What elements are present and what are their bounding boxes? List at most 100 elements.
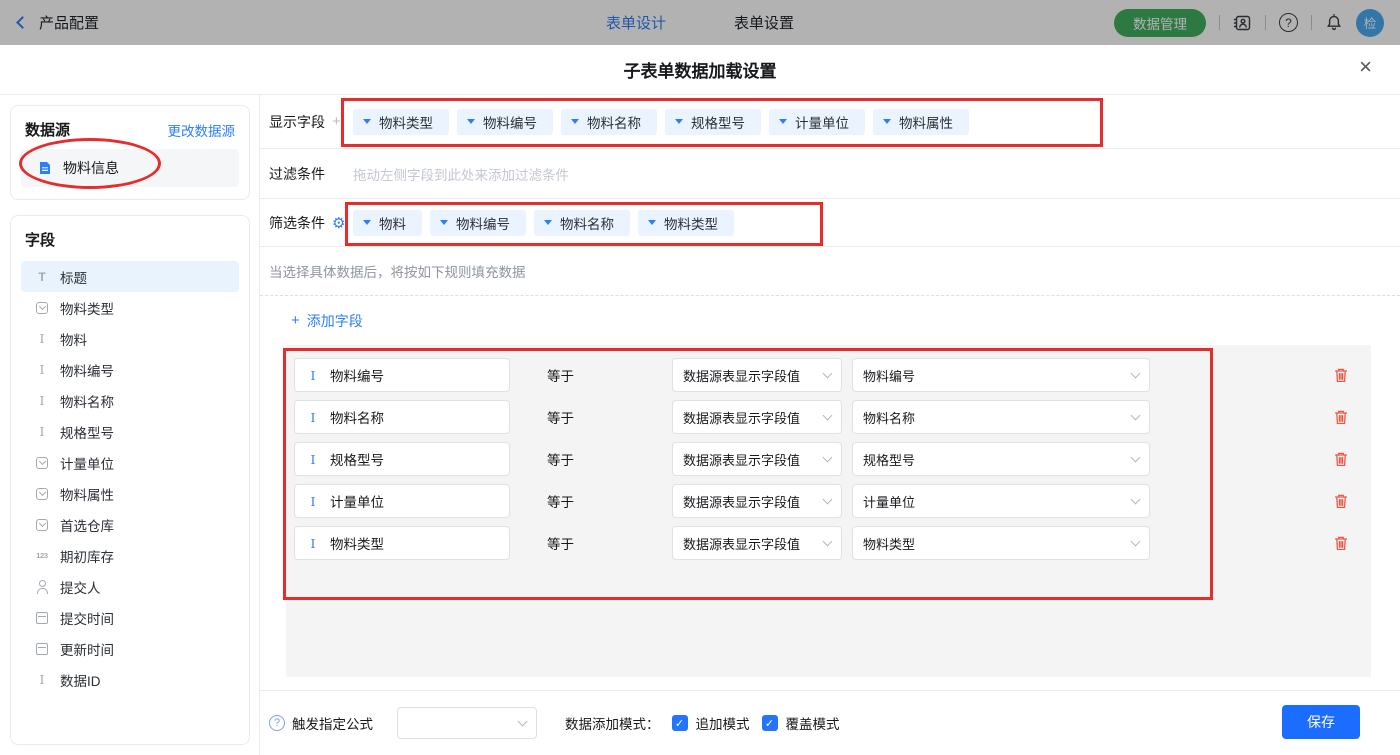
chevron-down-icon <box>1130 410 1141 420</box>
delete-rule-icon[interactable] <box>1333 535 1349 552</box>
field-item[interactable]: 标题 <box>21 261 239 292</box>
field-item[interactable]: 提交人 <box>21 571 239 602</box>
field-tag[interactable]: 物料类型 <box>353 108 449 135</box>
field-tag[interactable]: 物料编号 <box>457 108 553 135</box>
gear-icon[interactable] <box>332 214 345 232</box>
chevron-down-icon <box>1130 494 1141 504</box>
filter-label: 过滤条件 <box>269 165 325 182</box>
rule-field-box[interactable]: 物料编号 <box>294 358 510 392</box>
field-item[interactable]: 物料 <box>21 323 239 354</box>
select-icon <box>34 455 50 471</box>
field-item[interactable]: 规格型号 <box>21 416 239 447</box>
field-tag-label: 物料编号 <box>483 115 537 131</box>
field-tag[interactable]: 物料属性 <box>873 108 969 135</box>
rule-field-box[interactable]: 物料名称 <box>294 400 510 434</box>
checkbox-icon <box>761 715 778 731</box>
select-icon <box>34 517 50 533</box>
delete-rule-icon[interactable] <box>1333 367 1349 384</box>
help-icon[interactable]: ? <box>1279 13 1298 32</box>
chevron-down-icon <box>1130 368 1141 378</box>
field-item[interactable]: 物料名称 <box>21 385 239 416</box>
rule-source-select[interactable]: 数据源表显示字段值 <box>672 400 842 434</box>
field-tag-label: 物料名称 <box>587 115 641 131</box>
rule-field-label: 规格型号 <box>330 453 384 468</box>
back-group[interactable]: 产品配置 <box>16 0 99 45</box>
rule-row: 物料名称 等于 数据源表显示字段值 物料名称 <box>286 400 1371 434</box>
filter-dropzone[interactable]: 拖动左侧字段到此处来添加过滤条件 <box>353 164 569 184</box>
field-tag-label: 物料编号 <box>456 216 510 232</box>
field-tag-label: 物料类型 <box>379 115 433 131</box>
datasource-card: 数据源 更改数据源 物料信息 <box>10 105 250 200</box>
rule-target-select[interactable]: 物料名称 <box>852 400 1150 434</box>
rules-hint: 当选择具体数据后，将按如下规则填充数据 <box>260 247 1400 296</box>
caret-down-icon <box>571 119 579 124</box>
formula-help-icon[interactable]: ? <box>269 715 285 731</box>
rule-source-value: 数据源表显示字段值 <box>683 536 801 552</box>
field-item-label: 提交人 <box>60 580 101 596</box>
field-item[interactable]: 提交时间 <box>21 602 239 633</box>
field-tag[interactable]: 物料 <box>353 209 422 236</box>
rule-field-box[interactable]: 计量单位 <box>294 484 510 518</box>
filter-row: 过滤条件 拖动左侧字段到此处来添加过滤条件 <box>260 149 1400 199</box>
data-manage-button[interactable]: 数据管理 <box>1114 8 1206 37</box>
mode-checkbox-group: 追加模式 覆盖模式 <box>660 713 840 733</box>
add-display-field-icon[interactable] <box>332 113 341 130</box>
change-datasource-link[interactable]: 更改数据源 <box>168 120 236 140</box>
field-item[interactable]: 计量单位 <box>21 447 239 478</box>
back-label[interactable]: 产品配置 <box>39 12 99 33</box>
chevron-down-icon <box>517 716 528 726</box>
field-tag[interactable]: 物料类型 <box>638 209 734 236</box>
formula-label: 触发指定公式 <box>292 717 373 732</box>
rule-target-select[interactable]: 物料编号 <box>852 358 1150 392</box>
field-item[interactable]: 物料属性 <box>21 478 239 509</box>
field-item[interactable]: 数据ID <box>21 664 239 695</box>
field-item[interactable]: 物料类型 <box>21 292 239 323</box>
rule-source-value: 数据源表显示字段值 <box>683 452 801 468</box>
field-tag[interactable]: 规格型号 <box>665 108 761 135</box>
topbar-tab[interactable]: 表单设置 <box>734 12 794 33</box>
field-item-label: 首选仓库 <box>60 518 114 534</box>
caret-down-icon <box>440 220 448 225</box>
field-tag[interactable]: 物料名称 <box>561 108 657 135</box>
rule-target-select[interactable]: 规格型号 <box>852 442 1150 476</box>
back-icon[interactable] <box>16 16 29 29</box>
save-button[interactable]: 保存 <box>1282 705 1360 739</box>
rule-source-select[interactable]: 数据源表显示字段值 <box>672 358 842 392</box>
avatar[interactable]: 检 <box>1356 8 1384 37</box>
rule-source-select[interactable]: 数据源表显示字段值 <box>672 484 842 518</box>
bell-icon[interactable] <box>1325 13 1343 32</box>
delete-rule-icon[interactable] <box>1333 493 1349 510</box>
datasource-item[interactable]: 物料信息 <box>21 149 239 187</box>
select-icon <box>34 300 50 316</box>
caret-down-icon <box>648 220 656 225</box>
person-icon <box>34 579 50 595</box>
field-item[interactable]: 物料编号 <box>21 354 239 385</box>
rule-operator: 等于 <box>547 537 574 552</box>
field-item[interactable]: 更新时间 <box>21 633 239 664</box>
address-book-icon[interactable] <box>1233 14 1252 32</box>
fields-title: 字段 <box>25 232 56 249</box>
rule-target-select[interactable]: 计量单位 <box>852 484 1150 518</box>
field-tag[interactable]: 物料名称 <box>534 209 630 236</box>
rule-field-label: 物料名称 <box>330 411 384 426</box>
field-item[interactable]: 首选仓库 <box>21 509 239 540</box>
main-panel: 显示字段 物料类型 物料编号 <box>259 95 1400 755</box>
rule-field-box[interactable]: 规格型号 <box>294 442 510 476</box>
rule-field-box[interactable]: 物料类型 <box>294 526 510 560</box>
rule-target-select[interactable]: 物料类型 <box>852 526 1150 560</box>
field-tag[interactable]: 物料编号 <box>430 209 526 236</box>
rule-source-select[interactable]: 数据源表显示字段值 <box>672 442 842 476</box>
formula-select[interactable] <box>397 707 537 739</box>
rule-source-select[interactable]: 数据源表显示字段值 <box>672 526 842 560</box>
close-icon[interactable]: × <box>1359 56 1372 78</box>
delete-rule-icon[interactable] <box>1333 451 1349 468</box>
text-icon <box>34 331 50 347</box>
field-tag[interactable]: 计量单位 <box>769 108 865 135</box>
display-fields-label-group: 显示字段 <box>269 112 353 132</box>
topbar-tab[interactable]: 表单设计 <box>606 12 666 33</box>
field-item[interactable]: 期初库存 <box>21 540 239 571</box>
mode-checkbox[interactable]: 追加模式 <box>671 713 750 733</box>
add-field-button[interactable]: 添加字段 <box>291 311 363 331</box>
mode-checkbox[interactable]: 覆盖模式 <box>761 713 840 733</box>
delete-rule-icon[interactable] <box>1333 409 1349 426</box>
